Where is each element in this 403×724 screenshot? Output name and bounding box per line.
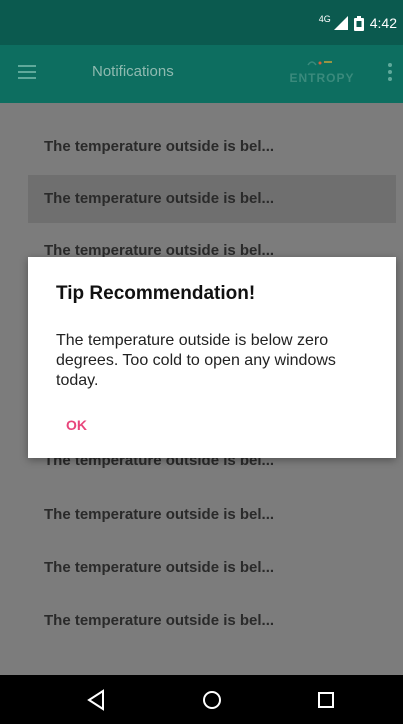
logo-text: ENTROPY bbox=[289, 71, 355, 85]
page-title: Notifications bbox=[92, 63, 174, 80]
ok-button[interactable]: OK bbox=[66, 417, 87, 433]
app-bar: Notifications ENTROPY bbox=[0, 45, 403, 103]
notification-item[interactable]: The temperature outside is bel... bbox=[28, 544, 396, 592]
status-icons: 4G 4:42 bbox=[318, 14, 397, 32]
back-triangle-icon[interactable] bbox=[83, 687, 111, 713]
logo-mark-icon bbox=[307, 61, 332, 66]
entropy-logo: ENTROPY bbox=[282, 57, 362, 91]
home-circle-icon[interactable] bbox=[198, 687, 226, 713]
hamburger-menu-icon[interactable] bbox=[18, 65, 36, 79]
notification-item[interactable]: The temperature outside is bel... bbox=[28, 123, 396, 171]
tip-dialog: Tip Recommendation! The temperature outs… bbox=[28, 257, 396, 458]
vertical-dots-icon[interactable] bbox=[388, 63, 392, 83]
signal-icon bbox=[333, 16, 348, 30]
notification-item[interactable]: The temperature outside is bel... bbox=[28, 597, 396, 645]
navigation-bar bbox=[0, 675, 403, 724]
notification-item[interactable]: The temperature outside is bel... bbox=[28, 491, 396, 539]
recent-apps-square-icon[interactable] bbox=[312, 687, 340, 713]
notification-item[interactable]: The temperature outside is bel... bbox=[28, 175, 396, 223]
clock-time: 4:42 bbox=[369, 15, 397, 31]
status-bar: 4G 4:42 bbox=[0, 0, 403, 45]
network-type-label: 4G bbox=[318, 14, 331, 24]
battery-icon bbox=[353, 15, 364, 31]
dialog-message: The temperature outside is below zero de… bbox=[56, 332, 336, 389]
dialog-title: Tip Recommendation! bbox=[56, 283, 256, 304]
